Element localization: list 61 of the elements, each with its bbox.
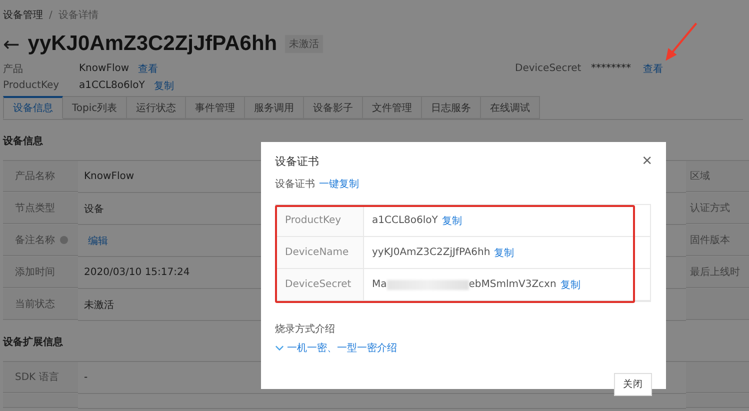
dialog-title: 设备证书 — [275, 154, 319, 168]
meta-label: DeviceSecret — [515, 63, 582, 74]
field-label: 添加时间 — [15, 266, 55, 279]
section-title: 设备信息 — [3, 134, 43, 149]
field-label: 区域 — [690, 170, 710, 183]
field-label: 最后上线时 — [690, 266, 740, 279]
field-value: yyKJ0AmZ3C2ZjJfPA6hh — [372, 247, 490, 258]
field-label: ProductKey — [276, 205, 364, 236]
field-value: KnowFlow — [84, 171, 134, 182]
tab[interactable]: 文件管理 — [363, 96, 422, 119]
tab[interactable]: 服务调用 — [245, 96, 304, 119]
field-value: 设备 — [84, 202, 104, 216]
field-value: ebMSmlmV3Zcxn — [468, 279, 556, 290]
expand-link[interactable]: 一机一密、一型一密介绍 — [275, 341, 652, 355]
meta-link[interactable]: 复制 — [154, 78, 174, 92]
meta-value: KnowFlow — [79, 63, 130, 74]
field-value: 未激活 — [84, 298, 114, 312]
meta-label: 产品 — [3, 62, 24, 76]
copy-link[interactable]: 复制 — [494, 246, 514, 260]
certificate-label: 设备证书 — [275, 178, 315, 191]
meta-label: ProductKey — [3, 80, 60, 91]
masked-value: ******** — [591, 63, 631, 74]
back-arrow[interactable]: ← — [3, 32, 20, 56]
field-label: SDK 语言 — [15, 370, 59, 384]
close-button[interactable]: 关闭 — [614, 373, 652, 396]
close-button[interactable]: × — [642, 153, 652, 169]
view-link[interactable]: 查看 — [643, 62, 663, 76]
tab[interactable]: 设备信息 — [3, 96, 63, 119]
tab[interactable]: Topic列表 — [63, 96, 128, 119]
device-name: yyKJ0AmZ3C2ZjJfPA6hh — [28, 32, 278, 56]
copy-link[interactable]: 复制 — [560, 278, 580, 292]
field-value: a1CCL8o6loY — [372, 215, 438, 226]
tab[interactable]: 事件管理 — [186, 96, 246, 119]
tab[interactable]: 日志服务 — [422, 96, 482, 119]
tab[interactable]: 在线调试 — [481, 96, 540, 119]
edit-link[interactable]: 编辑 — [88, 234, 108, 248]
tab[interactable]: 运行状态 — [127, 96, 186, 119]
status-tag: 未激活 — [285, 35, 324, 53]
section-title: 设备扩展信息 — [3, 335, 63, 350]
chevron-icon — [275, 345, 284, 351]
field-value: - — [84, 372, 88, 383]
copy-link[interactable]: 复制 — [442, 214, 462, 228]
field-label: 节点类型 — [15, 202, 55, 215]
field-label: DeviceName — [276, 237, 364, 268]
meta-value: a1CCL8o6loY — [79, 80, 145, 91]
section-label: 烧录方式介绍 — [275, 322, 336, 336]
field-label: 认证方式 — [690, 202, 730, 215]
field-label: 当前状态 — [15, 298, 55, 311]
field-label: DeviceSecret — [276, 269, 364, 300]
field-label: 固件版本 — [690, 234, 730, 247]
meta-link[interactable]: 查看 — [138, 62, 158, 76]
field-label: 备注名称 — [15, 234, 55, 247]
field-value: 2020/03/10 15:17:24 — [84, 267, 190, 278]
breadcrumb-link[interactable]: 设备管理 — [3, 8, 43, 22]
help-icon — [60, 236, 68, 244]
field-value: Ma — [372, 279, 387, 290]
field-label: 产品名称 — [15, 170, 55, 183]
tab[interactable]: 设备影子 — [304, 96, 364, 119]
copy-all-link[interactable]: 一键复制 — [319, 177, 359, 191]
breadcrumb-separator: / — [49, 10, 52, 20]
breadcrumb-link[interactable]: 设备详情 — [58, 8, 98, 22]
